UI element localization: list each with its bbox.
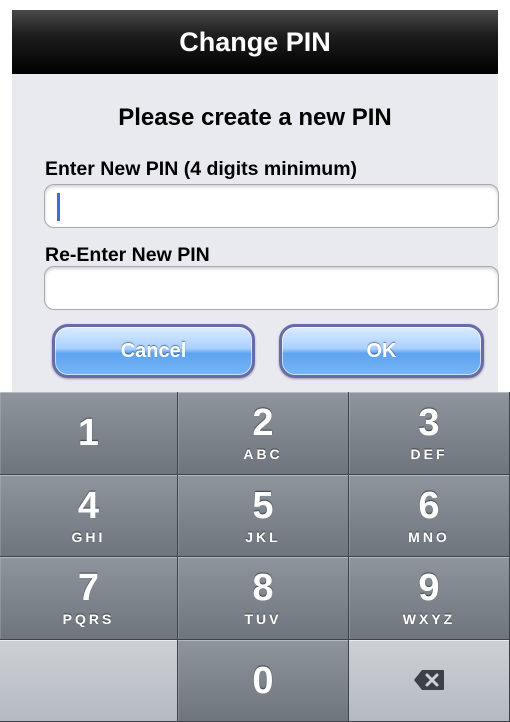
key-letters: ABC — [243, 446, 283, 462]
key-3[interactable]: 3 DEF — [349, 392, 510, 475]
key-digit: 0 — [252, 659, 274, 702]
key-letters: DEF — [410, 446, 448, 462]
page-title: Change PIN — [179, 26, 331, 57]
ok-button[interactable]: OK — [279, 324, 484, 378]
key-2[interactable]: 2 ABC — [178, 392, 349, 475]
reenter-pin-label: Re-Enter New PIN — [45, 244, 210, 266]
new-pin-field[interactable] — [44, 184, 499, 228]
key-7[interactable]: 7 PQRS — [0, 557, 178, 640]
key-0[interactable]: 0 — [178, 639, 349, 722]
key-digit: 7 — [77, 567, 100, 609]
pin-form: Please create a new PIN Enter New PIN (4… — [12, 74, 499, 392]
key-letters: GHI — [71, 528, 106, 545]
numeric-keypad: 1 2 ABC 3 DEF 4 GHI 5 JKL 6 MNO 7 PQRS 8… — [0, 392, 510, 722]
key-6[interactable]: 6 MNO — [349, 474, 510, 557]
reenter-pin-field[interactable] — [44, 266, 499, 310]
key-digit: 4 — [77, 484, 100, 527]
key-digit: 5 — [252, 484, 274, 527]
text-caret — [57, 193, 60, 221]
key-1[interactable]: 1 — [0, 392, 178, 475]
key-digit: 1 — [77, 412, 100, 454]
new-pin-label: Enter New PIN (4 digits minimum) — [45, 158, 358, 180]
key-letters: TUV — [244, 611, 282, 627]
key-digit: 6 — [418, 484, 440, 527]
key-digit: 8 — [252, 567, 274, 609]
key-blank — [0, 639, 178, 722]
title-bar: Change PIN — [12, 10, 498, 74]
backspace-icon — [414, 670, 444, 691]
key-letters: MNO — [408, 528, 450, 545]
form-heading: Please create a new PIN — [118, 104, 392, 131]
key-9[interactable]: 9 WXYZ — [349, 557, 510, 640]
key-letters: PQRS — [62, 611, 115, 627]
key-8[interactable]: 8 TUV — [178, 557, 349, 640]
key-4[interactable]: 4 GHI — [0, 474, 178, 557]
key-digit: 9 — [418, 567, 440, 609]
key-letters: JKL — [245, 528, 281, 545]
key-digit: 3 — [418, 402, 440, 444]
key-digit: 2 — [252, 402, 274, 444]
delete-key[interactable] — [349, 639, 510, 722]
key-letters: WXYZ — [402, 611, 456, 627]
key-5[interactable]: 5 JKL — [178, 474, 349, 557]
cancel-button[interactable]: Cancel — [52, 324, 255, 378]
